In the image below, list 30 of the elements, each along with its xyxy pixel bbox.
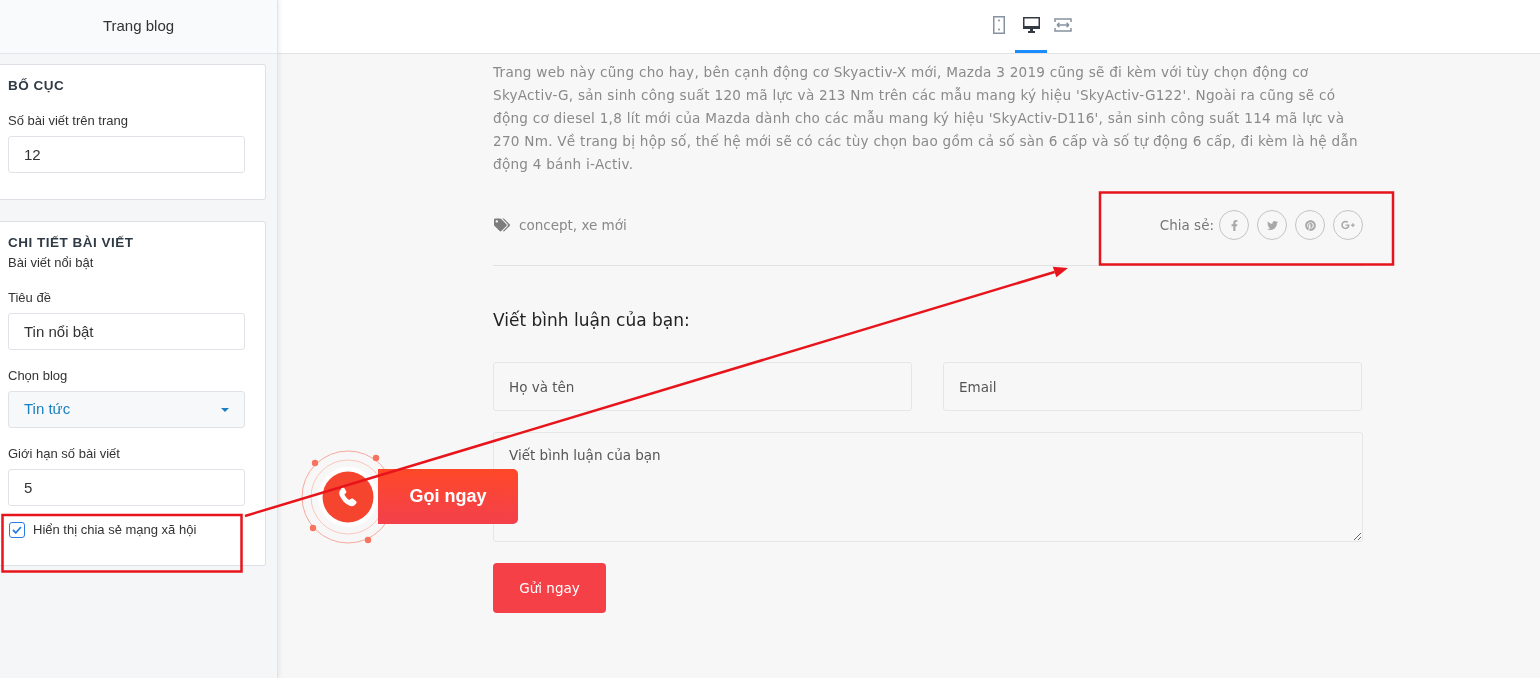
- field-label: Số bài viết trên trang: [8, 112, 129, 130]
- field-label: Chọn blog: [8, 367, 69, 385]
- text-input[interactable]: Tin nổi bật: [8, 313, 245, 350]
- monitor-icon: [1022, 17, 1040, 33]
- section-heading: CHI TIẾT BÀI VIẾT: [8, 234, 135, 252]
- caret-down-icon: [221, 407, 229, 412]
- field-label: Tiêu đề: [8, 289, 52, 307]
- tags-icon: [494, 217, 510, 233]
- article-paragraph: Trang web này cũng cho hay, bên cạnh động cơ Skyactiv-X mới, Mazda 3 2019 cũng sẽ đi kèm với tùy chọn động cơ SkyActiv-G, sản sinh công suất 120 mã lực và 213 Nm trên các mẫu mang ký hiệu 'SkyActiv-G122'. Ngoài ra cũng sẽ có động cơ diesel 1,8 lít mới của Mazda dành cho các mẫu mang ký hiệu 'SkyActiv-D116', sản sinh công suất 114 mã lực và 270 Nm. Về trang bị hộp số, thế hệ mới sẽ có các tùy chọn bao gồm cả số sàn 6 cấp và số tự động 6 cấp, đi kèm là hệ dẫn động 4 bánh i-Activ.: [493, 63, 1359, 174]
- check-icon: [12, 526, 22, 534]
- section-heading: BỐ CỤC: [8, 77, 66, 95]
- sidebar-title: Trang blog: [102, 16, 175, 37]
- name-input[interactable]: Họ và tên: [493, 362, 912, 411]
- text-input[interactable]: 5: [8, 469, 245, 506]
- call-button[interactable]: Gọi ngay: [378, 469, 518, 524]
- comment-textarea[interactable]: Viết bình luận của bạn: [493, 432, 1363, 542]
- field-label: Giới hạn số bài viết: [8, 445, 121, 463]
- checkbox-label: Hiển thị chia sẻ mạng xã hội: [33, 522, 197, 538]
- blog-select[interactable]: Tin tức: [8, 391, 245, 428]
- checkbox[interactable]: [9, 522, 25, 538]
- expand-width-icon: [1054, 18, 1072, 32]
- text-input[interactable]: 12: [8, 136, 245, 173]
- comment-heading: Viết bình luận của bạn:: [493, 309, 691, 332]
- phone-icon[interactable]: [318, 467, 378, 527]
- tablet-icon: [993, 16, 1005, 34]
- section-subheading: Bài viết nổi bật: [8, 254, 95, 272]
- submit-button[interactable]: Gửi ngay: [493, 563, 606, 613]
- email-input[interactable]: Email: [943, 362, 1362, 411]
- share-label: Chia sẻ:: [1159, 215, 1214, 235]
- tag-list: concept, xe mới: [519, 214, 627, 236]
